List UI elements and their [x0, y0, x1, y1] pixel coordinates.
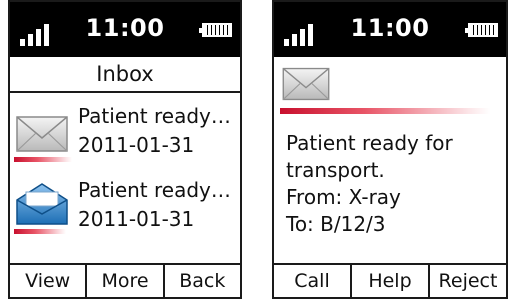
message-detail-screen: 11:00 Patient ready for transport. From:… [272, 0, 508, 299]
battery-icon [199, 23, 232, 37]
call-button[interactable]: Call [274, 265, 352, 297]
status-bar: 11:00 [274, 2, 506, 57]
softkey-bar: View More Back [10, 263, 240, 297]
help-button[interactable]: Help [352, 265, 430, 297]
back-button[interactable]: Back [165, 265, 240, 297]
message-recipient: To: B/12/3 [286, 212, 386, 236]
list-item-message-1[interactable]: Patient ready… 2011-01-31 [10, 102, 240, 172]
envelope-closed-icon [16, 116, 68, 152]
envelope-closed-icon [282, 67, 330, 101]
unread-indicator [14, 229, 66, 234]
battery-icon [465, 23, 498, 37]
softkey-bar: Call Help Reject [274, 263, 506, 297]
message-sender: From: X-ray [286, 185, 401, 209]
view-button[interactable]: View [10, 265, 88, 297]
more-button[interactable]: More [87, 265, 165, 297]
inbox-screen: 11:00 Inbox Patient ready… 2011-01-31 Pa… [8, 0, 242, 299]
reject-button[interactable]: Reject [430, 265, 506, 297]
message-subject: Patient ready… [78, 104, 231, 128]
message-body: Patient ready for transport. From: X-ray… [286, 130, 453, 238]
message-line: Patient ready for [286, 131, 453, 155]
message-date: 2011-01-31 [78, 133, 195, 157]
header-divider [280, 108, 490, 114]
message-date: 2011-01-31 [78, 207, 195, 231]
envelope-open-icon [16, 183, 68, 225]
message-subject: Patient ready… [78, 178, 231, 202]
status-bar: 11:00 [10, 2, 240, 57]
message-line: transport. [286, 158, 385, 182]
page-title: Inbox [10, 57, 240, 93]
list-item-message-2[interactable]: Patient ready… 2011-01-31 [10, 176, 240, 246]
unread-indicator [14, 157, 72, 162]
